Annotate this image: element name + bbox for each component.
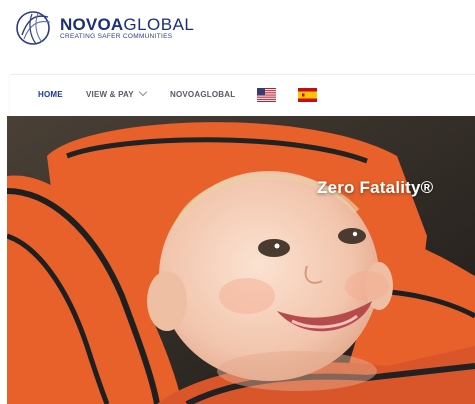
hero-banner: Zero Fatality® bbox=[7, 116, 475, 404]
hero-headline: Zero Fatality® bbox=[317, 178, 434, 197]
brand-light: GLOBAL bbox=[123, 14, 195, 34]
brand-name: NOVOAGLOBAL bbox=[60, 16, 194, 33]
brand-tagline: CREATING SAFER COMMUNITIES bbox=[60, 32, 173, 40]
us-flag-icon[interactable] bbox=[257, 88, 276, 102]
nav-home[interactable]: HOME bbox=[38, 90, 63, 99]
brand-bold: NOVOA bbox=[60, 14, 124, 34]
spain-flag-icon[interactable] bbox=[298, 88, 317, 102]
main-nav: HOME VIEW & PAY NOVOAGLOBAL bbox=[10, 74, 475, 117]
hero-image bbox=[7, 116, 475, 404]
site-header: NOVOAGLOBAL CREATING SAFER COMMUNITIES bbox=[0, 0, 475, 60]
nav-view-pay-label: VIEW & PAY bbox=[86, 90, 134, 99]
chevron-down-icon bbox=[138, 87, 148, 97]
nav-view-pay[interactable]: VIEW & PAY bbox=[86, 87, 148, 99]
globe-swirl-icon bbox=[16, 11, 51, 45]
nav-novoaglobal[interactable]: NOVOAGLOBAL bbox=[170, 90, 235, 99]
site-logo[interactable]: NOVOAGLOBAL CREATING SAFER COMMUNITIES bbox=[14, 8, 194, 48]
